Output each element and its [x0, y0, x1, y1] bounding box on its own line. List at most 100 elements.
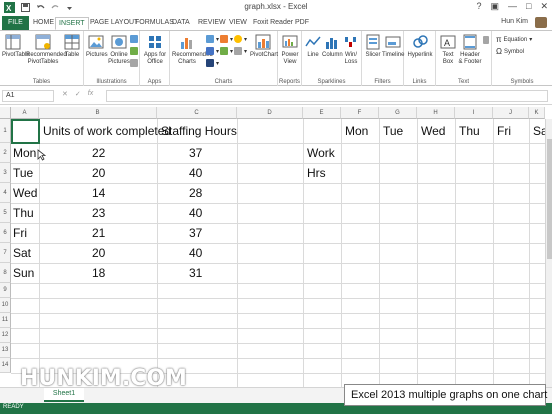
cell-a8[interactable]: Sun [13, 266, 34, 280]
screenshot-icon[interactable] [130, 59, 138, 67]
cell-i1[interactable]: Thu [459, 124, 480, 138]
row-header-2[interactable]: 2 [0, 143, 11, 163]
column-header-i[interactable]: I [455, 107, 493, 119]
cell-c3[interactable]: 40 [189, 166, 202, 180]
column-header-h[interactable]: H [417, 107, 455, 119]
formula-input[interactable] [106, 90, 548, 102]
row-header-14[interactable]: 14 [0, 358, 11, 373]
tab-view[interactable]: VIEW [226, 17, 250, 30]
row-header-5[interactable]: 5 [0, 203, 11, 223]
cell-h1[interactable]: Wed [421, 124, 445, 138]
ribbon-display-options-icon[interactable]: ▣ [491, 1, 500, 12]
recommended-charts-button[interactable]: Recommended Charts [172, 34, 213, 66]
select-all-corner[interactable] [0, 107, 11, 119]
avatar[interactable] [535, 17, 547, 28]
cell-a2[interactable]: Mon [13, 146, 36, 160]
line-chart-icon[interactable]: ▾ [220, 35, 233, 43]
tab-insert[interactable]: INSERT [55, 17, 89, 30]
tab-data[interactable]: DATA [169, 17, 193, 30]
row-header-10[interactable]: 10 [0, 298, 11, 313]
vertical-scrollbar[interactable] [545, 119, 552, 387]
cell-e3[interactable]: Hrs [307, 166, 326, 180]
row-header-12[interactable]: 12 [0, 328, 11, 343]
hyperlink-button[interactable]: Hyperlink [406, 34, 434, 59]
shapes-icon[interactable] [130, 35, 138, 43]
cell-c1[interactable]: Staffing Hours [161, 124, 237, 138]
cell-a4[interactable]: Wed [13, 186, 37, 200]
row-header-3[interactable]: 3 [0, 163, 11, 183]
cell-c2[interactable]: 37 [189, 146, 202, 160]
help-button[interactable]: ? [476, 1, 481, 12]
cell-b3[interactable]: 20 [92, 166, 105, 180]
cell-a6[interactable]: Fri [13, 226, 27, 240]
row-header-8[interactable]: 8 [0, 263, 11, 283]
row-header-6[interactable]: 6 [0, 223, 11, 243]
tab-review[interactable]: REVIEW [195, 17, 229, 30]
sparkline-winloss-button[interactable]: Win/ Loss [342, 34, 360, 66]
user-name[interactable]: Hun Kim [501, 18, 528, 25]
cancel-icon[interactable]: ✕ [62, 90, 68, 98]
row-header-9[interactable]: 9 [0, 283, 11, 298]
cell-c6[interactable]: 37 [189, 226, 202, 240]
tab-foxit-reader-pdf[interactable]: Foxit Reader PDF [250, 17, 312, 30]
cell-b2[interactable]: 22 [92, 146, 105, 160]
apps-for-office-button[interactable]: Apps for Office [142, 34, 168, 66]
cell-b4[interactable]: 14 [92, 186, 105, 200]
cell-g1[interactable]: Tue [383, 124, 403, 138]
column-header-e[interactable]: E [303, 107, 341, 119]
sparkline-line-button[interactable]: Line [304, 34, 322, 59]
cell-c7[interactable]: 40 [189, 246, 202, 260]
worksheet-grid[interactable]: A B C D E F G H I J K 1 2 3 4 5 6 7 8 9 … [0, 107, 552, 387]
cell-c5[interactable]: 40 [189, 206, 202, 220]
row-header-1[interactable]: 1 [0, 119, 11, 143]
bar-chart-icon[interactable]: ▾ [206, 47, 219, 55]
cell-f1[interactable]: Mon [345, 124, 368, 138]
other-charts-icon[interactable]: ▾ [206, 59, 219, 67]
cell-b5[interactable]: 23 [92, 206, 105, 220]
row-header-4[interactable]: 4 [0, 183, 11, 203]
header-footer-button[interactable]: Header & Footer [458, 34, 482, 66]
column-header-c[interactable]: C [157, 107, 237, 119]
cell-a7[interactable]: Sat [13, 246, 31, 260]
table-button[interactable]: Table [62, 34, 82, 59]
smartart-icon[interactable] [130, 47, 138, 55]
cell-a3[interactable]: Tue [13, 166, 33, 180]
column-header-a[interactable]: A [11, 107, 39, 119]
active-cell-a1[interactable] [11, 119, 40, 144]
column-header-k[interactable]: K [529, 107, 545, 119]
text-more-icon[interactable] [483, 36, 489, 44]
tab-file[interactable]: FILE [2, 16, 29, 30]
pie-chart-icon[interactable]: ▾ [234, 35, 247, 43]
area-chart-icon[interactable]: ▾ [220, 47, 233, 55]
pivotchart-button[interactable]: PivotChart [250, 34, 278, 59]
name-box[interactable]: A1 [2, 90, 54, 102]
minimize-button[interactable]: — [508, 1, 517, 12]
equation-button[interactable]: π Equation ▾ [496, 35, 532, 44]
maximize-button[interactable]: □ [526, 1, 531, 12]
recommended-pivottables-button[interactable]: Recommended PivotTables [26, 34, 67, 66]
enter-icon[interactable]: ✓ [75, 90, 81, 98]
online-pictures-button[interactable]: Online Pictures [108, 34, 130, 66]
insert-function-icon[interactable]: fx [88, 90, 93, 98]
timeline-button[interactable]: Timeline [382, 34, 404, 59]
cell-c4[interactable]: 28 [189, 186, 202, 200]
cell-j1[interactable]: Fri [497, 124, 511, 138]
scroll-thumb[interactable] [547, 139, 552, 259]
column-chart-icon[interactable]: ▾ [206, 35, 219, 43]
column-header-d[interactable]: D [237, 107, 303, 119]
pivottable-button[interactable]: PivotTable [2, 34, 30, 59]
row-header-11[interactable]: 11 [0, 313, 11, 328]
scatter-chart-icon[interactable]: ▾ [234, 47, 247, 55]
cell-b8[interactable]: 18 [92, 266, 105, 280]
cell-b1[interactable]: Units of work completed [43, 124, 171, 138]
column-header-b[interactable]: B [39, 107, 157, 119]
cell-a5[interactable]: Thu [13, 206, 34, 220]
close-button[interactable]: ✕ [540, 1, 548, 12]
symbol-button[interactable]: Ω Symbol [496, 47, 524, 56]
row-header-13[interactable]: 13 [0, 343, 11, 358]
cell-c8[interactable]: 31 [189, 266, 202, 280]
slicer-button[interactable]: Slicer [364, 34, 382, 59]
tab-home[interactable]: HOME [30, 17, 57, 30]
cell-b7[interactable]: 20 [92, 246, 105, 260]
cell-b6[interactable]: 21 [92, 226, 105, 240]
